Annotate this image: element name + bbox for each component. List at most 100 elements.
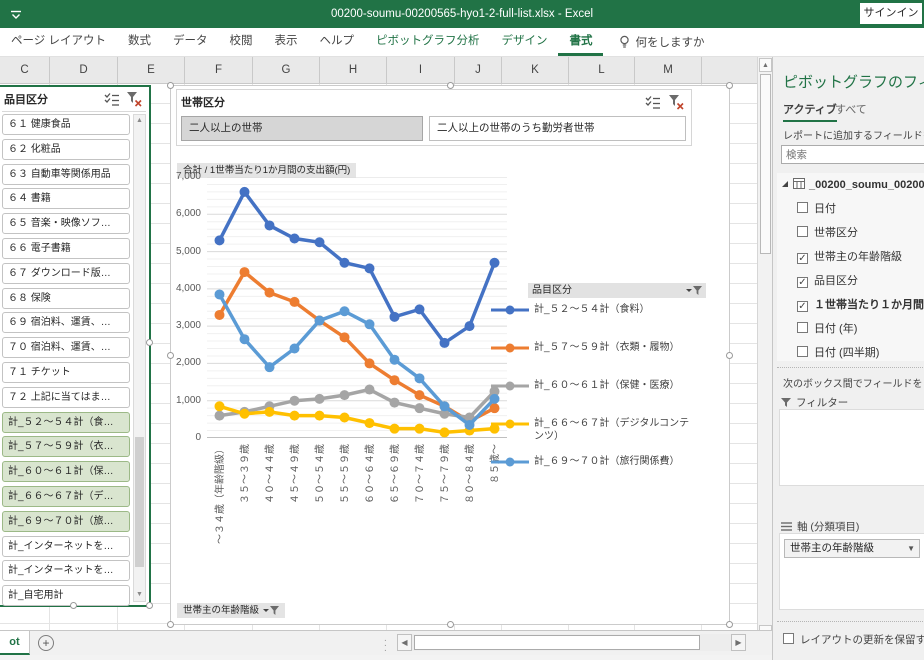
selection-handle[interactable] <box>167 352 174 359</box>
ribbon-tab[interactable]: 書式 <box>558 28 604 56</box>
column-header[interactable]: F <box>185 57 253 83</box>
chart-data-point[interactable] <box>239 334 250 345</box>
field-row[interactable]: 日付 (四半期) <box>797 345 879 365</box>
vertical-scrollbar[interactable]: ▲ ▼ <box>757 57 772 640</box>
ribbon-tab[interactable]: ピボットグラフ分析 <box>365 28 491 56</box>
field-table-row[interactable]: _00200_soumu_00200565 <box>781 177 924 197</box>
chart-data-point[interactable] <box>364 418 375 429</box>
slicer-item[interactable]: ６１ 健康食品 <box>2 114 130 135</box>
chart-data-point[interactable] <box>264 287 275 298</box>
scroll-up-arrow[interactable]: ▲ <box>759 58 772 72</box>
ribbon-tab[interactable]: 校閲 <box>218 28 263 56</box>
scroll-thumb[interactable] <box>135 437 144 567</box>
field-row[interactable]: 日付 (年) <box>797 321 857 341</box>
item-slicer-scrollbar[interactable]: ▲ ▼ <box>133 114 146 602</box>
slicer-button-two-or-more[interactable]: 二人以上の世帯 <box>181 116 423 141</box>
field-row[interactable]: ✓ １世帯当たり１か月間の支出額 <box>797 297 924 317</box>
selection-handle[interactable] <box>70 602 77 609</box>
chart-data-point[interactable] <box>289 410 300 421</box>
pane-tab-all[interactable]: すべて <box>835 101 867 117</box>
chart-data-point[interactable] <box>389 375 400 386</box>
slicer-button-worker-households[interactable]: 二人以上の世帯のうち勤労者世帯 <box>429 116 686 141</box>
chart-data-point[interactable] <box>339 390 350 401</box>
chart-data-point[interactable] <box>314 410 325 421</box>
chart-data-point[interactable] <box>289 233 300 244</box>
multi-select-icon[interactable] <box>104 93 120 106</box>
slicer-item[interactable]: 計_６０～６１計（保… <box>2 461 130 483</box>
sheet-tab[interactable]: ot <box>0 631 30 655</box>
ribbon-tab[interactable]: データ <box>162 28 219 56</box>
selection-handle[interactable] <box>146 339 153 346</box>
field-row[interactable]: ✓ 品目区分 <box>797 273 858 293</box>
field-checkbox[interactable]: ✓ <box>797 277 808 288</box>
chart-data-point[interactable] <box>489 257 500 268</box>
slicer-item[interactable]: 計_インターネットを… <box>2 560 130 582</box>
hscroll-right-arrow[interactable]: ▶ <box>731 634 746 651</box>
field-checkbox[interactable] <box>797 346 808 357</box>
chart-line-series[interactable] <box>217 293 496 428</box>
new-sheet-button[interactable]: + <box>38 635 54 651</box>
multi-select-icon[interactable] <box>645 96 661 109</box>
axis-field-pill[interactable]: 世帯主の年齢階級 ▼ <box>784 539 920 558</box>
tell-me-box[interactable]: 何をしますか <box>619 28 704 56</box>
column-header[interactable]: D <box>50 57 118 83</box>
hscroll-thumb[interactable] <box>414 635 700 650</box>
chart-data-point[interactable] <box>489 393 500 404</box>
clear-filter-icon[interactable] <box>669 95 684 110</box>
chart-data-point[interactable] <box>214 410 225 421</box>
slicer-item[interactable]: ６３ 自動車等関係用品 <box>2 163 130 185</box>
column-header[interactable]: K <box>502 57 569 83</box>
chart-data-point[interactable] <box>314 237 325 248</box>
slicer-item[interactable]: 計_６９～７０計（旅… <box>2 510 130 532</box>
chart-data-point[interactable] <box>414 423 425 434</box>
sign-in-button[interactable]: サインイン <box>860 3 922 24</box>
chart-data-point[interactable] <box>239 186 250 197</box>
field-checkbox[interactable]: ✓ <box>797 253 808 264</box>
chart-data-point[interactable] <box>389 397 400 408</box>
chart-data-point[interactable] <box>364 319 375 330</box>
selection-handle[interactable] <box>447 621 454 628</box>
chart-data-point[interactable] <box>439 337 450 348</box>
chart-data-point[interactable] <box>414 304 425 315</box>
ribbon-tab[interactable]: 表示 <box>263 28 308 56</box>
chart-data-point[interactable] <box>414 373 425 384</box>
selection-handle[interactable] <box>167 82 174 89</box>
value-field-button[interactable]: 合計 / 1世帯当たり1か月間の支出額(円) <box>177 163 357 178</box>
legend-entry[interactable]: 計_５２～５４計（食料） <box>491 303 721 316</box>
ribbon-tab[interactable]: デザイン <box>490 28 558 56</box>
selection-handle[interactable] <box>146 602 153 609</box>
tab-scroll-splitter[interactable]: ... <box>384 634 387 654</box>
scroll-thumb[interactable] <box>760 74 771 254</box>
field-checkbox[interactable] <box>797 226 808 237</box>
chart-data-point[interactable] <box>264 406 275 417</box>
legend-entry[interactable]: 計_６９～７０計（旅行関係費） <box>491 455 721 468</box>
selection-handle[interactable] <box>447 82 454 89</box>
field-row[interactable]: 日付 <box>797 201 836 221</box>
chart-data-point[interactable] <box>389 354 400 365</box>
chart-data-point[interactable] <box>264 362 275 373</box>
chart-data-point[interactable] <box>439 427 450 438</box>
column-header[interactable]: G <box>253 57 320 83</box>
slicer-item[interactable]: ６６ 電子書籍 <box>2 238 130 259</box>
chart-data-point[interactable] <box>364 358 375 369</box>
chart-data-point[interactable] <box>214 235 225 246</box>
chart-data-point[interactable] <box>339 306 350 317</box>
slicer-item[interactable]: 計_５２～５４計（食… <box>2 411 130 433</box>
chart-data-point[interactable] <box>214 289 225 300</box>
legend-entry[interactable]: 計_６６～６７計（デジタルコンテンツ） <box>491 417 721 443</box>
slicer-item[interactable]: ７１ チケット <box>2 362 130 383</box>
field-checkbox[interactable] <box>797 322 808 333</box>
chart-data-point[interactable] <box>339 257 350 268</box>
slicer-item[interactable]: ６５ 音楽・映像ソフ… <box>2 213 130 235</box>
chart-data-point[interactable] <box>464 419 475 430</box>
chart-data-point[interactable] <box>414 403 425 414</box>
chart-data-point[interactable] <box>239 267 250 278</box>
column-header[interactable]: M <box>635 57 702 83</box>
column-header[interactable]: J <box>455 57 502 83</box>
chart-data-point[interactable] <box>339 332 350 343</box>
ribbon-tab[interactable]: ヘルプ <box>308 28 365 56</box>
chart-data-point[interactable] <box>364 263 375 274</box>
defer-layout-row[interactable]: レイアウトの更新を保留する <box>783 632 924 647</box>
slicer-item[interactable]: 計_６６～６７計（デ… <box>2 486 130 507</box>
chart-data-point[interactable] <box>214 401 225 412</box>
